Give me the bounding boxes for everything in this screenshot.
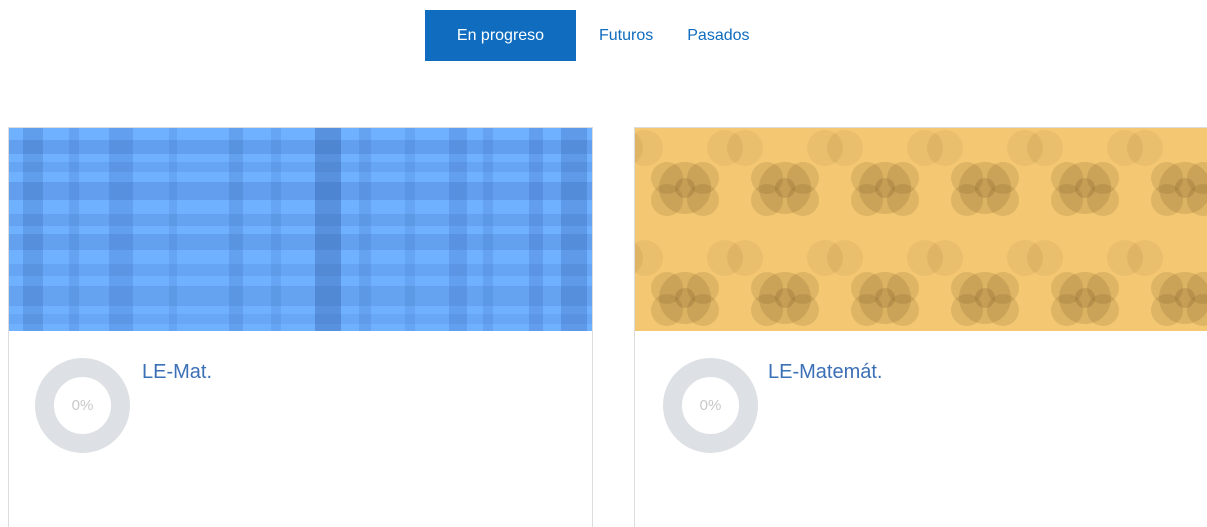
course-card-body: 0% LE-Mat. xyxy=(9,331,592,527)
course-card[interactable]: 0% LE-Matemát. xyxy=(634,127,1207,527)
progress-ring: 0% xyxy=(35,358,130,453)
course-overview-tabs: En progreso Futuros Pasados xyxy=(425,10,765,61)
plaid-pattern xyxy=(9,128,592,331)
course-name-link[interactable]: LE-Mat. xyxy=(142,361,212,384)
circles-pattern xyxy=(635,128,1207,331)
tab-pasados[interactable]: Pasados xyxy=(672,10,764,61)
course-card-body: 0% LE-Matemát. xyxy=(635,331,1207,527)
course-banner-image[interactable] xyxy=(9,128,592,331)
tab-futuros[interactable]: Futuros xyxy=(584,10,668,61)
progress-ring: 0% xyxy=(663,358,758,453)
course-name-link[interactable]: LE-Matemát. xyxy=(768,361,882,384)
progress-label: 0% xyxy=(71,397,94,414)
course-card[interactable]: 0% LE-Mat. xyxy=(8,127,593,527)
progress-label: 0% xyxy=(699,397,722,414)
course-banner-image[interactable] xyxy=(635,128,1207,331)
tab-en-progreso[interactable]: En progreso xyxy=(425,10,576,61)
